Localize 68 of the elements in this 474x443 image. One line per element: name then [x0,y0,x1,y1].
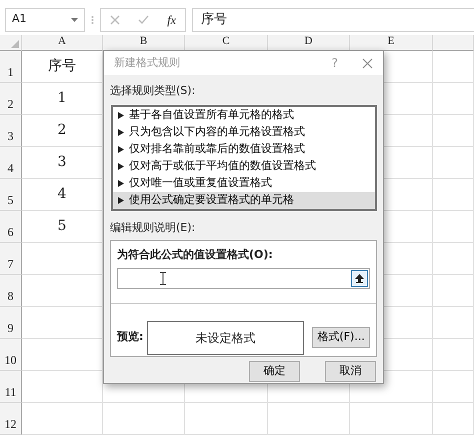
format-button[interactable]: 格式(F)... [312,327,370,348]
rule-type-label: 选择规则类型(S): [110,83,196,99]
row-header[interactable]: 4 [0,147,22,179]
sheet-cell[interactable] [350,403,433,435]
name-box[interactable]: A1 [5,8,85,32]
row-header[interactable]: 7 [0,243,22,275]
sheet-cell[interactable] [22,403,103,435]
triangle-icon [118,146,124,152]
sheet-cell[interactable] [433,179,474,211]
formula-input[interactable] [117,268,370,288]
sheet-cell[interactable] [433,307,474,339]
row-header[interactable]: 1 [0,51,22,83]
row-header[interactable]: 8 [0,275,22,307]
triangle-icon [118,180,124,186]
sheet-cell[interactable] [185,403,268,435]
sheet-cell[interactable] [433,83,474,115]
row-header[interactable]: 11 [0,371,22,403]
up-arrow-icon [355,274,364,282]
sheet-cell[interactable] [433,115,474,147]
row-header[interactable]: 2 [0,83,22,115]
close-icon[interactable] [362,58,373,68]
cancel-icon[interactable] [110,14,120,24]
rule-type-item[interactable]: 只为包含以下内容的单元格设置格式 [113,124,375,140]
sheet-cell[interactable] [103,403,185,435]
ok-button[interactable]: 确定 [249,361,300,382]
row-header[interactable]: 5 [0,179,22,211]
rule-type-item[interactable]: 仅对唯一值或重复值设置格式 [113,174,375,192]
sheet-cell[interactable] [433,211,474,243]
sheet-cell[interactable] [433,339,474,371]
collapse-dialog-button[interactable] [351,270,368,286]
triangle-icon [118,128,124,136]
rule-type-item[interactable]: 基于各自值设置所有单元格的格式 [113,106,375,124]
sheet-cell[interactable] [433,51,474,83]
row-header[interactable]: 10 [0,339,22,371]
rule-type-item[interactable]: 使用公式确定要设置格式的单元格 [113,192,375,208]
sheet-cell[interactable] [433,371,474,403]
sheet-cell[interactable] [268,403,350,435]
formula-field[interactable]: 序号 [192,8,474,32]
select-all-icon[interactable] [11,40,19,48]
row-header[interactable]: 9 [0,307,22,339]
dialog-title: 新建格式规则 [114,54,180,71]
sheet-cell[interactable] [433,275,474,307]
text-cursor-icon [160,272,166,284]
column-header[interactable]: E [350,35,433,51]
row-header[interactable]: 12 [0,403,22,435]
sheet-cell[interactable] [433,147,474,179]
insert-function-button[interactable]: fx [167,10,176,28]
triangle-icon [118,112,124,118]
column-header[interactable]: D [268,35,350,51]
column-header[interactable]: C [185,35,268,51]
preview-box: 未设定格式 [147,320,304,354]
cancel-button[interactable]: 取消 [325,361,376,382]
check-icon[interactable] [138,15,150,24]
row-header[interactable]: 3 [0,115,22,147]
rule-type-item[interactable]: 仅对高于或低于平均值的数值设置格式 [113,158,375,174]
sheet-cell[interactable] [433,243,474,275]
triangle-icon [118,162,124,170]
column-header[interactable]: A [22,35,103,51]
header-cell[interactable] [433,35,474,51]
dropdown-caret-icon [71,18,78,22]
rule-type-item[interactable]: 仅对排名靠前或靠后的数值设置格式 [113,140,375,158]
sheet-cell[interactable] [433,403,474,435]
column-header[interactable]: B [103,35,185,51]
edit-description-label: 编辑规则说明(E): [110,220,196,236]
row-header[interactable]: 6 [0,211,22,243]
formula-label: 为符合此公式的值设置格式(O): [117,247,274,263]
triangle-icon [118,196,124,204]
grip-icon [91,14,94,24]
